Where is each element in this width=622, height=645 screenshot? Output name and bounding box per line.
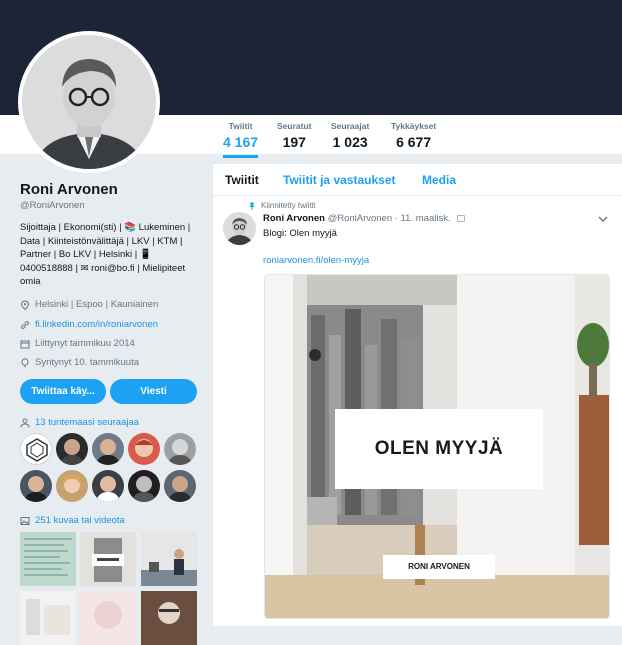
pinned-text: Kiinnitetty twiitti	[261, 201, 316, 210]
follower-avatar[interactable]	[128, 470, 160, 502]
translate-icon[interactable]	[457, 214, 466, 222]
follower-photo	[62, 474, 82, 493]
profile-name: Roni Arvonen	[20, 181, 118, 198]
media-thumbnail[interactable]	[80, 591, 136, 645]
link-icon	[21, 320, 29, 329]
profile-birthday: Syntynyt 10. tammikuuta	[20, 357, 139, 368]
tweet-author-name[interactable]: Roni Arvonen	[263, 213, 325, 224]
follower-avatar[interactable]	[56, 470, 88, 502]
tweet-author-handle[interactable]: @RoniArvonen	[328, 213, 393, 224]
thumbnail-image	[80, 532, 136, 586]
bio-line: omia	[20, 276, 41, 287]
profile-joined: Liittynyt tammikuu 2014	[20, 338, 135, 349]
calendar-icon	[20, 340, 30, 348]
follower-photo	[96, 439, 120, 465]
chevron-down-icon[interactable]	[598, 216, 608, 222]
tweet-to-button[interactable]: Twiittaa käy...	[20, 379, 106, 404]
follower-photo	[132, 476, 156, 502]
follower-photo	[168, 476, 192, 502]
follower-photo	[96, 476, 120, 502]
image-icon	[20, 516, 30, 525]
tweet-date[interactable]: · 11. maalisk.	[395, 213, 451, 224]
website-link[interactable]: fi.linkedin.com/in/roniarvonen	[35, 319, 158, 330]
follower-photo	[60, 439, 84, 465]
follower-avatar[interactable]	[20, 433, 52, 465]
tab-tweets-replies[interactable]: Twiitit ja vastaukset	[283, 173, 395, 187]
stat-likes[interactable]: Tykkäykset 6 677	[391, 121, 436, 150]
photos-videos-link[interactable]: 251 kuvaa tai videota	[20, 515, 125, 526]
follower-photo	[24, 476, 48, 502]
stat-value: 197	[282, 134, 306, 150]
follower-avatar[interactable]	[92, 470, 124, 502]
stat-value: 4 167	[223, 134, 259, 150]
follower-avatar[interactable]	[92, 433, 124, 465]
follower-avatar[interactable]	[164, 470, 196, 502]
bio-line: 0400518888 | ✉ roni@bo.fi | Mielipiteet	[20, 262, 186, 274]
follower-avatar[interactable]	[164, 433, 196, 465]
followers-you-know-label: 13 tuntemaasi seuraajaa	[35, 417, 140, 428]
media-thumbnail[interactable]	[20, 591, 76, 645]
stat-following[interactable]: Seuratut 197	[277, 121, 311, 150]
tweet-avatar-photo	[223, 212, 256, 245]
profile-website: fi.linkedin.com/in/roniarvonen	[20, 319, 158, 330]
stat-value: 6 677	[396, 134, 432, 150]
avatar-photo	[22, 35, 156, 169]
thumbnail-image	[141, 532, 197, 586]
profile-handle[interactable]: @RoniArvonen	[20, 200, 85, 211]
profile-bio: Sijoittaja | Ekonomi(sti) | 📚 Lukeminen …	[20, 221, 200, 289]
birthday-text: Syntynyt 10. tammikuuta	[35, 357, 140, 368]
follower-photo	[135, 439, 153, 457]
message-button[interactable]: Viesti	[110, 379, 197, 404]
tweet-avatar[interactable]	[223, 212, 256, 245]
bio-line: Sijoittaja | Ekonomi(sti) | 📚 Lukeminen …	[20, 222, 191, 233]
stat-label: Tykkäykset	[391, 121, 437, 131]
tweet-header: Roni Arvonen @RoniArvonen · 11. maalisk.	[263, 213, 466, 224]
tweet-text: Blogi: Olen myyjä	[263, 228, 337, 239]
card-title: OLEN MYYJÄ	[374, 438, 504, 459]
media-thumbnail[interactable]	[80, 532, 136, 586]
timeline: Twiitit Twiitit ja vastaukset Media Kiin…	[213, 164, 622, 626]
media-thumbnail[interactable]	[141, 532, 197, 586]
card-subtitle: RONI ARVONEN	[408, 562, 470, 571]
stat-label: Seuratut	[277, 121, 312, 131]
tweet-media-card[interactable]: OLEN MYYJÄ RONI ARVONEN	[264, 274, 610, 619]
media-thumbnail[interactable]	[20, 532, 76, 586]
follower-photo	[168, 439, 192, 465]
geometric-logo-icon	[26, 438, 48, 462]
joined-text: Liittynyt tammikuu 2014	[35, 338, 135, 349]
profile-location: Helsinki | Espoo | Kauniainen	[20, 299, 158, 310]
profile-sidebar: Roni Arvonen @RoniArvonen Sijoittaja | E…	[0, 155, 212, 645]
timeline-tabs: Twiitit Twiitit ja vastaukset Media	[213, 164, 622, 196]
media-thumbnail[interactable]	[141, 591, 197, 645]
profile-avatar[interactable]	[18, 31, 160, 173]
stat-label: Twiitit	[228, 121, 253, 131]
photos-videos-label: 251 kuvaa tai videota	[35, 515, 125, 526]
bio-line: Data | Kiinteistönvälittäjä | LKV | KTM …	[20, 235, 183, 247]
tab-tweets[interactable]: Twiitit	[225, 173, 259, 187]
follower-avatar[interactable]	[20, 470, 52, 502]
thumbnail-image	[20, 591, 76, 645]
follower-avatar[interactable]	[56, 433, 88, 465]
pinned-label: Kiinnitetty twiitti	[248, 201, 316, 210]
stat-value: 1 023	[332, 134, 368, 150]
stat-label: Seuraajat	[331, 121, 370, 131]
thumbnail-image	[80, 591, 136, 645]
balloon-icon	[21, 357, 29, 367]
followers-you-know[interactable]: 13 tuntemaasi seuraajaa	[20, 417, 139, 428]
tab-media[interactable]: Media	[422, 173, 456, 187]
thumbnail-image	[141, 591, 197, 645]
tweet-link[interactable]: roniarvonen.fi/olen-myyja	[263, 255, 369, 266]
thumbnail-image	[20, 532, 76, 586]
stat-tweets[interactable]: Twiitit 4 167	[223, 121, 259, 158]
bio-line: Partner | Bo LKV | Helsinki | 📱	[20, 249, 152, 260]
pin-icon	[249, 202, 255, 210]
location-text: Helsinki | Espoo | Kauniainen	[35, 299, 159, 310]
person-icon	[20, 418, 30, 428]
location-icon	[20, 299, 30, 310]
follower-avatar[interactable]	[128, 433, 160, 465]
stat-followers[interactable]: Seuraajat 1 023	[331, 121, 369, 150]
